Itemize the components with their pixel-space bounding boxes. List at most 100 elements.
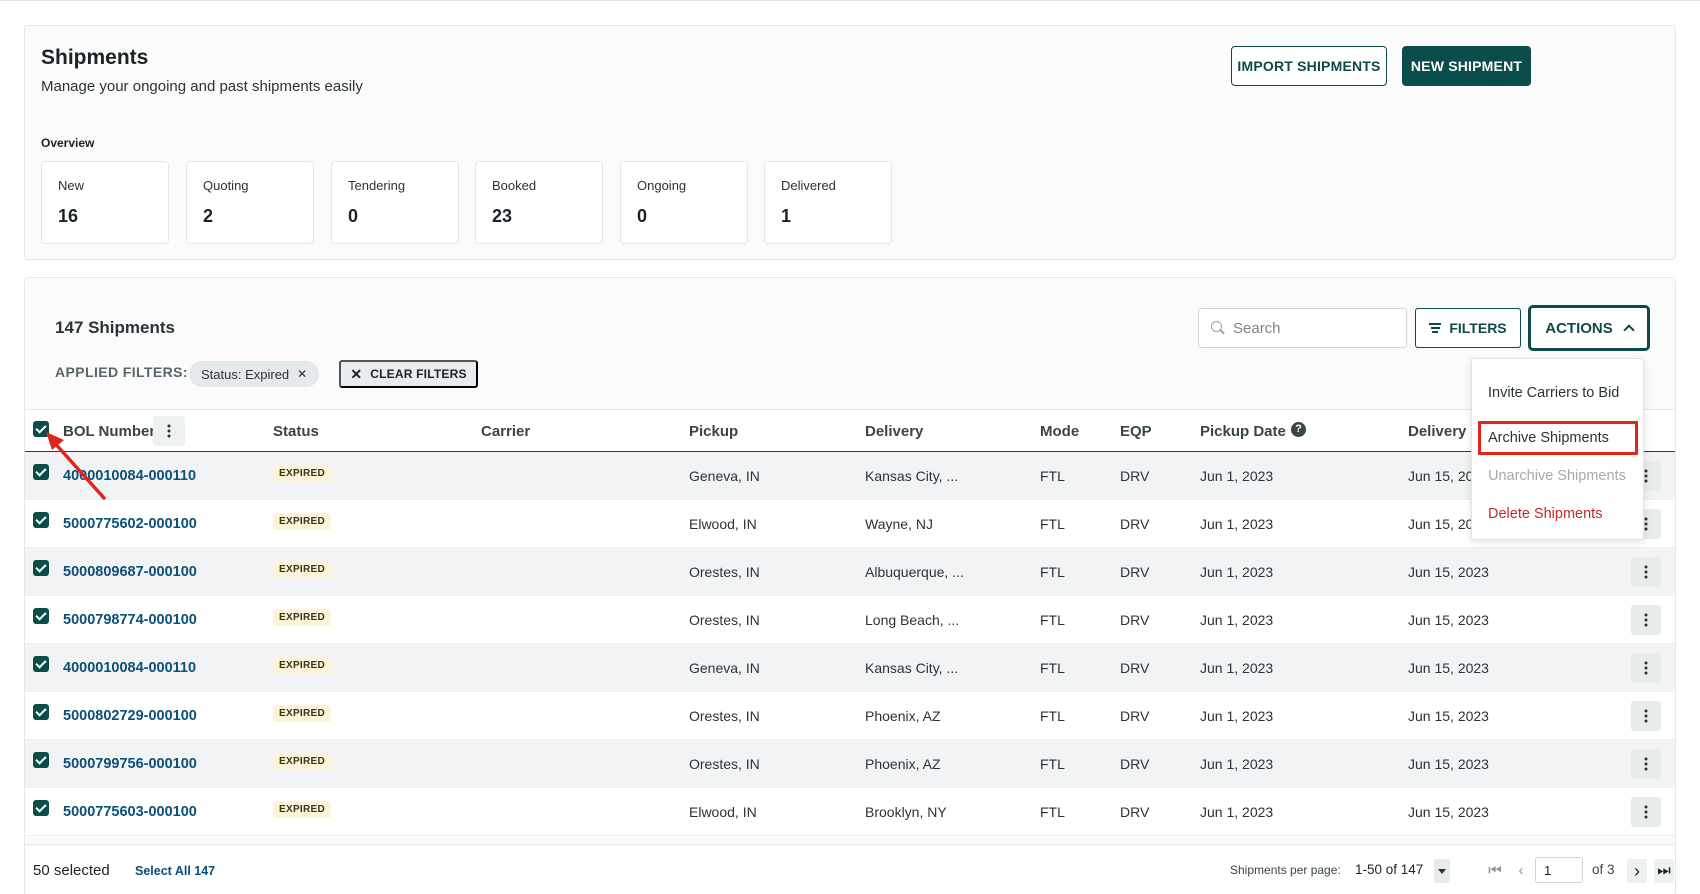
column-header-eqp[interactable]: EQP bbox=[1120, 423, 1152, 440]
table-row[interactable]: 5000798774-000100 EXPIRED Orestes, IN Lo… bbox=[25, 596, 1675, 644]
pickup-cell: Orestes, IN bbox=[689, 756, 760, 772]
chip-label: Status: Expired bbox=[201, 366, 290, 382]
stat-card-quoting[interactable]: Quoting 2 bbox=[186, 161, 314, 244]
row-menu-button[interactable] bbox=[1631, 701, 1661, 731]
clear-filters-label: CLEAR FILTERS bbox=[370, 367, 467, 381]
menu-item-archive-shipments[interactable]: Archive Shipments bbox=[1488, 430, 1609, 446]
stat-value: 2 bbox=[203, 206, 214, 226]
row-checkbox[interactable] bbox=[33, 608, 49, 624]
page-number-input[interactable] bbox=[1535, 857, 1583, 883]
eqp-cell: DRV bbox=[1120, 708, 1150, 724]
row-menu-button[interactable] bbox=[1631, 605, 1661, 635]
prev-page-icon[interactable]: ‹ bbox=[1511, 859, 1531, 883]
table-row[interactable]: 4000010084-000110 EXPIRED Geneva, IN Kan… bbox=[25, 452, 1675, 500]
row-checkbox[interactable] bbox=[33, 704, 49, 720]
search-box[interactable] bbox=[1198, 308, 1407, 348]
kebab-icon bbox=[1644, 762, 1648, 766]
column-header-delivery[interactable]: Delivery bbox=[865, 423, 923, 440]
pickup-date-cell: Jun 1, 2023 bbox=[1200, 516, 1274, 532]
actions-menu: Invite Carriers to Bid Archive Shipments… bbox=[1471, 358, 1644, 540]
pickup-cell: Orestes, IN bbox=[689, 564, 760, 580]
table-row[interactable]: 5000775602-000100 EXPIRED Elwood, IN Way… bbox=[25, 500, 1675, 548]
row-checkbox[interactable] bbox=[33, 800, 49, 816]
pickup-cell: Orestes, IN bbox=[689, 708, 760, 724]
stat-card-tendering[interactable]: Tendering 0 bbox=[331, 161, 459, 244]
table-row[interactable]: 5000799756-000100 EXPIRED Orestes, IN Ph… bbox=[25, 740, 1675, 788]
import-shipments-button[interactable]: IMPORT SHIPMENTS bbox=[1231, 46, 1387, 86]
shipments-table-card: 147 Shipments FILTERS ACTIONS APPLIED FI… bbox=[24, 277, 1676, 894]
table-footer: 50 selected Select All 147 Shipments per… bbox=[25, 844, 1675, 894]
stat-value: 23 bbox=[492, 206, 513, 226]
table-row[interactable]: 4000010084-000110 EXPIRED Geneva, IN Kan… bbox=[25, 644, 1675, 692]
pickup-cell: Orestes, IN bbox=[689, 612, 760, 628]
row-checkbox[interactable] bbox=[33, 752, 49, 768]
page-range: 1-50 of 147 bbox=[1355, 862, 1424, 877]
mode-cell: FTL bbox=[1040, 804, 1065, 820]
stat-label: Booked bbox=[492, 178, 537, 193]
row-menu-button[interactable] bbox=[1631, 653, 1661, 683]
column-header-pickup[interactable]: Pickup bbox=[689, 423, 738, 440]
delivery-cell: Phoenix, AZ bbox=[865, 708, 941, 724]
row-menu-button[interactable] bbox=[1631, 797, 1661, 827]
status-badge: EXPIRED bbox=[273, 753, 332, 770]
bol-link[interactable]: 5000798774-000100 bbox=[63, 612, 197, 628]
column-header-pickup-date[interactable]: Pickup Date bbox=[1200, 423, 1286, 440]
delivery-date-cell: Jun 15, 2023 bbox=[1408, 804, 1489, 820]
mode-cell: FTL bbox=[1040, 564, 1065, 580]
mode-cell: FTL bbox=[1040, 756, 1065, 772]
menu-item-delete-shipments[interactable]: Delete Shipments bbox=[1488, 506, 1602, 522]
table-row[interactable]: 5000802729-000100 EXPIRED Orestes, IN Ph… bbox=[25, 692, 1675, 740]
bol-link[interactable]: 5000802729-000100 bbox=[63, 708, 197, 724]
stat-card-new[interactable]: New 16 bbox=[41, 161, 169, 244]
pickup-date-cell: Jun 1, 2023 bbox=[1200, 660, 1274, 676]
menu-item-invite-carriers[interactable]: Invite Carriers to Bid bbox=[1488, 385, 1619, 401]
row-menu-button[interactable] bbox=[1631, 749, 1661, 779]
delivery-cell: Albuquerque, ... bbox=[865, 564, 964, 580]
bol-link[interactable]: 5000799756-000100 bbox=[63, 756, 197, 772]
eqp-cell: DRV bbox=[1120, 468, 1150, 484]
overview-label: Overview bbox=[41, 136, 95, 150]
status-badge: EXPIRED bbox=[273, 609, 332, 626]
stat-card-ongoing[interactable]: Ongoing 0 bbox=[620, 161, 748, 244]
row-checkbox[interactable] bbox=[33, 512, 49, 528]
help-icon[interactable]: ? bbox=[1291, 422, 1306, 437]
close-icon: ✕ bbox=[350, 365, 363, 382]
column-menu-button[interactable] bbox=[153, 416, 185, 446]
pickup-cell: Geneva, IN bbox=[689, 468, 760, 484]
table-row[interactable]: 5000809687-000100 EXPIRED Orestes, IN Al… bbox=[25, 548, 1675, 596]
clear-filters-button[interactable]: ✕ CLEAR FILTERS bbox=[339, 360, 478, 388]
next-page-icon[interactable]: › bbox=[1627, 859, 1647, 883]
column-header-mode[interactable]: Mode bbox=[1040, 423, 1079, 440]
delivery-cell: Kansas City, ... bbox=[865, 660, 959, 676]
status-badge: EXPIRED bbox=[273, 561, 332, 578]
filters-button[interactable]: FILTERS bbox=[1415, 308, 1521, 348]
actions-button[interactable]: ACTIONS bbox=[1529, 306, 1649, 350]
bol-link[interactable]: 4000010084-000110 bbox=[63, 660, 196, 676]
column-header-status[interactable]: Status bbox=[273, 423, 319, 440]
row-checkbox[interactable] bbox=[33, 656, 49, 672]
select-all-link[interactable]: Select All 147 bbox=[135, 864, 215, 878]
new-shipment-button[interactable]: NEW SHIPMENT bbox=[1402, 46, 1531, 86]
shipments-count-title: 147 Shipments bbox=[55, 318, 175, 337]
per-page-dropdown[interactable] bbox=[1434, 859, 1450, 883]
close-icon[interactable]: ✕ bbox=[297, 367, 307, 381]
stat-card-delivered[interactable]: Delivered 1 bbox=[764, 161, 892, 244]
table-row[interactable]: 5000775603-000100 EXPIRED Elwood, IN Bro… bbox=[25, 788, 1675, 836]
kebab-icon bbox=[1644, 714, 1648, 718]
bol-link[interactable]: 5000809687-000100 bbox=[63, 564, 197, 580]
delivery-date-cell: Jun 15, 2023 bbox=[1408, 756, 1489, 772]
bol-link[interactable]: 5000775602-000100 bbox=[63, 516, 197, 532]
bol-link[interactable]: 5000775603-000100 bbox=[63, 804, 197, 820]
row-menu-button[interactable] bbox=[1631, 557, 1661, 587]
status-badge: EXPIRED bbox=[273, 705, 332, 722]
kebab-icon bbox=[167, 429, 171, 433]
search-input[interactable] bbox=[1233, 319, 1403, 337]
eqp-cell: DRV bbox=[1120, 612, 1150, 628]
stat-label: New bbox=[58, 178, 85, 193]
delivery-date-cell: Jun 15, 2023 bbox=[1408, 564, 1489, 580]
first-page-icon[interactable]: ⏮ bbox=[1485, 859, 1505, 883]
last-page-icon[interactable]: ⏭ bbox=[1654, 859, 1674, 883]
column-header-carrier[interactable]: Carrier bbox=[481, 423, 530, 440]
row-checkbox[interactable] bbox=[33, 560, 49, 576]
stat-card-booked[interactable]: Booked 23 bbox=[475, 161, 603, 244]
